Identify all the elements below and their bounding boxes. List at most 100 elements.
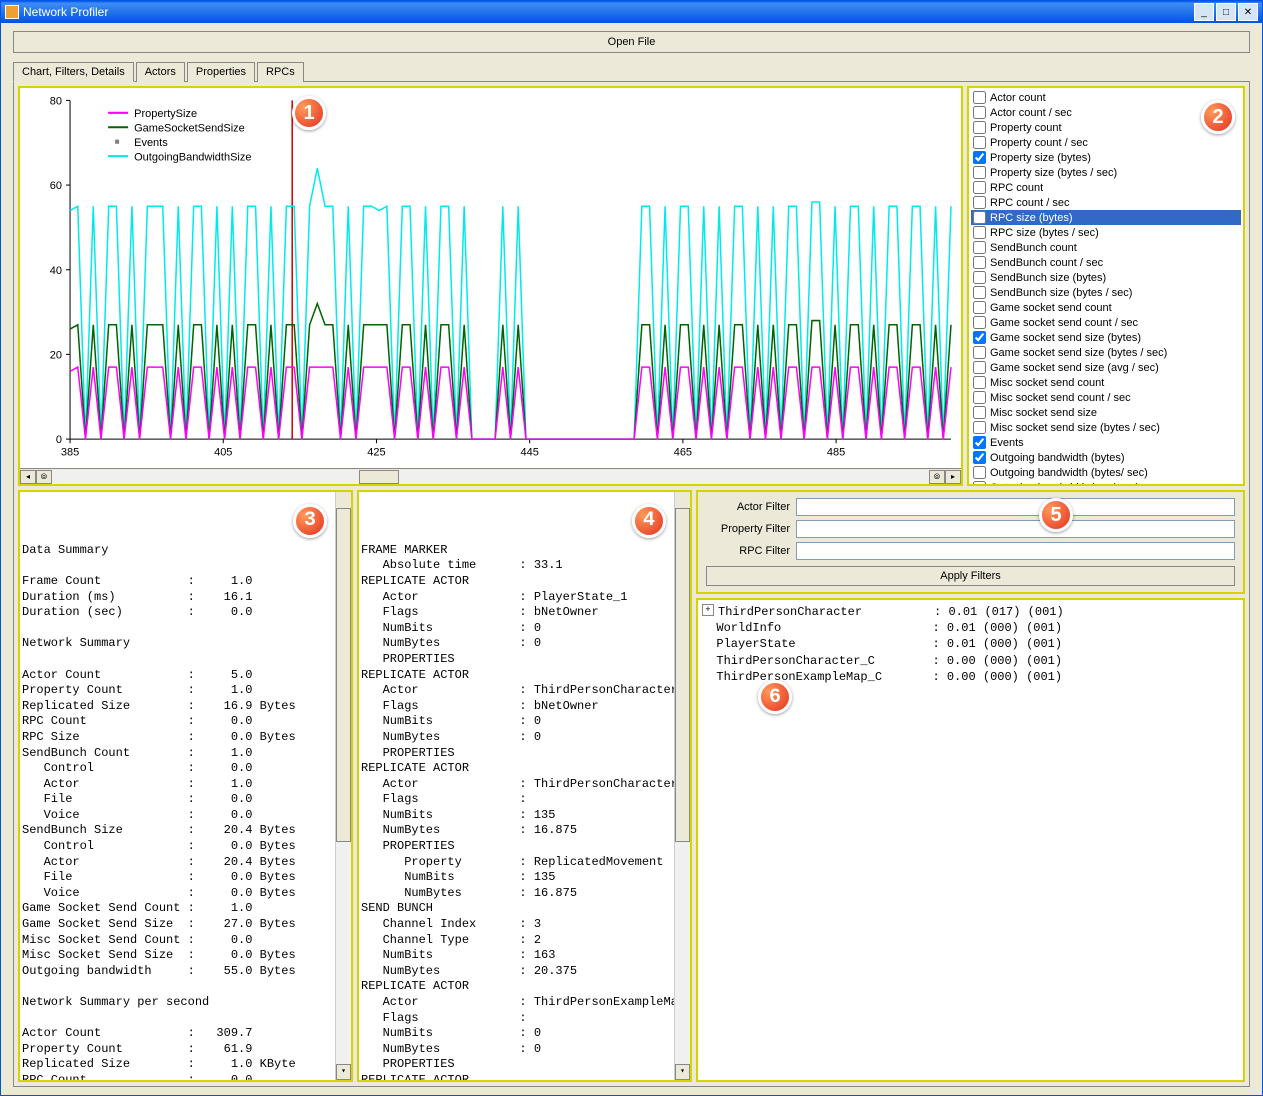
check-box[interactable] (973, 196, 986, 209)
check-item[interactable]: SendBunch count (971, 240, 1241, 255)
tab-chart-filters-details[interactable]: Chart, Filters, Details (13, 62, 134, 82)
check-box[interactable] (973, 466, 986, 479)
check-item[interactable]: Misc socket send size (971, 405, 1241, 420)
check-label: Outgoing bandwidth (bytes) (990, 452, 1125, 464)
maximize-button[interactable]: □ (1216, 3, 1236, 21)
check-box[interactable] (973, 346, 986, 359)
scroll-down-icon[interactable]: ▾ (675, 1064, 690, 1080)
check-label: SendBunch count / sec (990, 257, 1103, 269)
check-box[interactable] (973, 211, 986, 224)
svg-text:445: 445 (520, 446, 538, 458)
scroll-left-button[interactable]: ◂ (20, 470, 36, 484)
svg-text:405: 405 (214, 446, 232, 458)
check-box[interactable] (973, 91, 986, 104)
check-box[interactable] (973, 406, 986, 419)
check-label: Misc socket send size (bytes / sec) (990, 422, 1160, 434)
check-item[interactable]: Property size (bytes / sec) (971, 165, 1241, 180)
check-box[interactable] (973, 226, 986, 239)
scroll-right-button[interactable]: ▸ (945, 470, 961, 484)
check-box[interactable] (973, 121, 986, 134)
line-chart[interactable]: 020406080385405425445465485PropertySizeG… (20, 88, 961, 468)
check-item[interactable]: Actor count (971, 90, 1241, 105)
check-box[interactable] (973, 451, 986, 464)
badge-5: 5 (1039, 498, 1073, 532)
scroll-down-icon[interactable]: ▾ (336, 1064, 351, 1080)
check-box[interactable] (973, 136, 986, 149)
tree-name: PlayerState (716, 636, 932, 652)
check-item[interactable]: Game socket send size (bytes) (971, 330, 1241, 345)
check-box[interactable] (973, 151, 986, 164)
check-item[interactable]: Outgoing bandwidth (bytes) (971, 450, 1241, 465)
check-item[interactable]: Outgoing bandwidth (avg/ sec) (971, 480, 1241, 486)
check-label: Property count / sec (990, 137, 1088, 149)
check-item[interactable]: Game socket send size (bytes / sec) (971, 345, 1241, 360)
check-box[interactable] (973, 256, 986, 269)
check-item[interactable]: SendBunch count / sec (971, 255, 1241, 270)
check-box[interactable] (973, 271, 986, 284)
check-item[interactable]: Outgoing bandwidth (bytes/ sec) (971, 465, 1241, 480)
scroll-thumb[interactable] (336, 508, 351, 842)
actor-filter-input[interactable] (796, 498, 1235, 516)
check-item[interactable]: Misc socket send size (bytes / sec) (971, 420, 1241, 435)
check-item[interactable]: RPC size (bytes / sec) (971, 225, 1241, 240)
check-item[interactable]: SendBunch size (bytes / sec) (971, 285, 1241, 300)
check-item[interactable]: Misc socket send count (971, 375, 1241, 390)
scroll-end-button[interactable]: ⦾ (929, 470, 945, 484)
check-item[interactable]: Property count / sec (971, 135, 1241, 150)
tree-row[interactable]: WorldInfo : 0.01 (000) (001) (702, 620, 1239, 636)
scroll-home-button[interactable]: ⦾ (36, 470, 52, 484)
tab-rpcs[interactable]: RPCs (257, 62, 304, 82)
check-item[interactable]: RPC count / sec (971, 195, 1241, 210)
scroll-track[interactable] (52, 470, 929, 484)
titlebar[interactable]: Network Profiler _ □ ✕ (1, 1, 1262, 23)
check-box[interactable] (973, 331, 986, 344)
tree-expand-icon[interactable]: + (702, 604, 714, 616)
check-box[interactable] (973, 181, 986, 194)
tab-actors[interactable]: Actors (136, 62, 185, 82)
check-item[interactable]: Game socket send size (avg / sec) (971, 360, 1241, 375)
scroll-thumb[interactable] (359, 470, 399, 484)
check-label: RPC size (bytes) (990, 212, 1073, 224)
check-box[interactable] (973, 436, 986, 449)
check-box[interactable] (973, 286, 986, 299)
tree-value: : 0.01 (000) (001) (932, 636, 1062, 652)
check-label: RPC count / sec (990, 197, 1069, 209)
check-item[interactable]: RPC size (bytes) (971, 210, 1241, 225)
badge-2: 2 (1201, 100, 1235, 134)
check-box[interactable] (973, 421, 986, 434)
check-box[interactable] (973, 361, 986, 374)
minimize-button[interactable]: _ (1194, 3, 1214, 21)
tab-properties[interactable]: Properties (187, 62, 255, 82)
svg-text:PropertySize: PropertySize (134, 108, 197, 120)
badge-6: 6 (758, 680, 792, 714)
check-item[interactable]: SendBunch size (bytes) (971, 270, 1241, 285)
check-item[interactable]: Events (971, 435, 1241, 450)
check-box[interactable] (973, 316, 986, 329)
detail-v-scrollbar[interactable]: ▴ ▾ (674, 492, 690, 1080)
close-button[interactable]: ✕ (1238, 3, 1258, 21)
check-item[interactable]: Property count (971, 120, 1241, 135)
check-item[interactable]: Game socket send count / sec (971, 315, 1241, 330)
open-file-button[interactable]: Open File (13, 31, 1250, 53)
rpc-filter-input[interactable] (796, 542, 1235, 560)
property-filter-input[interactable] (796, 520, 1235, 538)
check-item[interactable]: Misc socket send count / sec (971, 390, 1241, 405)
tree-row[interactable]: PlayerState : 0.01 (000) (001) (702, 636, 1239, 652)
check-box[interactable] (973, 301, 986, 314)
summary-v-scrollbar[interactable]: ▴ ▾ (335, 492, 351, 1080)
check-box[interactable] (973, 106, 986, 119)
check-item[interactable]: RPC count (971, 180, 1241, 195)
check-box[interactable] (973, 241, 986, 254)
chart-h-scrollbar[interactable]: ◂ ⦾ ⦾ ▸ (20, 468, 961, 484)
check-box[interactable] (973, 481, 986, 486)
check-box[interactable] (973, 376, 986, 389)
check-box[interactable] (973, 166, 986, 179)
apply-filters-button[interactable]: Apply Filters (706, 566, 1235, 586)
scroll-thumb[interactable] (675, 508, 690, 842)
check-item[interactable]: Game socket send count (971, 300, 1241, 315)
tree-row[interactable]: ThirdPersonCharacter_C : 0.00 (000) (001… (702, 653, 1239, 669)
check-box[interactable] (973, 391, 986, 404)
tree-row[interactable]: +ThirdPersonCharacter : 0.01 (017) (001) (702, 604, 1239, 620)
check-item[interactable]: Property size (bytes) (971, 150, 1241, 165)
data-summary-panel: 3 Data Summary Frame Count : 1.0 Duratio… (18, 490, 353, 1082)
